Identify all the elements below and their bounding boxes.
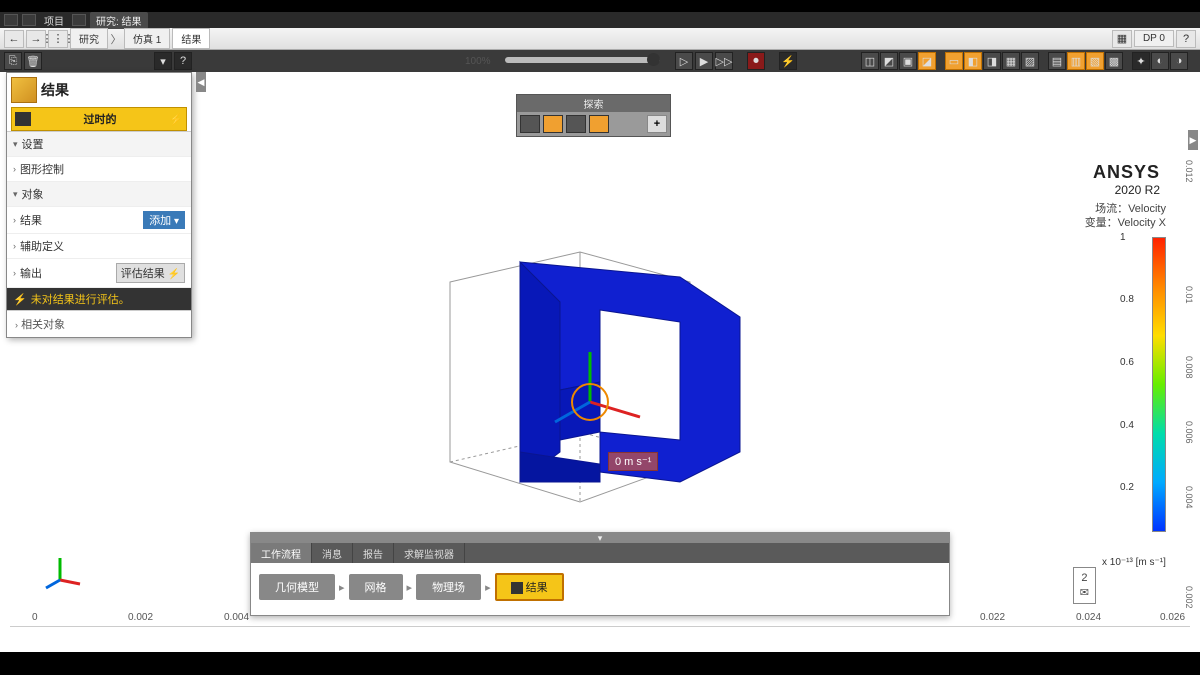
help-icon[interactable]: ? — [1176, 30, 1196, 48]
record-icon[interactable]: ⏺ — [747, 52, 765, 70]
status-banner: 过时的 ⚡ — [11, 107, 187, 131]
warn-bolt-icon: ⚡ — [13, 293, 27, 306]
explore-btn-1[interactable] — [520, 115, 540, 133]
legend-bar — [1152, 237, 1166, 532]
crumb-sep-icon: 〉 — [110, 31, 122, 47]
color-legend: 1 0.8 0.6 0.4 0.2 x 10⁻¹³ [m s⁻¹] — [1130, 232, 1170, 552]
vertical-ruler: 0.012 0.01 0.008 0.006 0.004 0.002 — [1182, 156, 1194, 602]
play-end-icon[interactable]: ▷▷ — [715, 52, 733, 70]
step-physics[interactable]: 物理场 — [416, 574, 481, 600]
step-mesh[interactable]: 网格 — [349, 574, 403, 600]
collapse-left-icon[interactable]: ◀ — [196, 72, 206, 92]
light-icon-1[interactable]: ✦ — [1132, 52, 1150, 70]
explore-btn-2[interactable] — [543, 115, 563, 133]
output-item[interactable]: ›输出评估结果 ⚡ — [7, 259, 191, 288]
back-button[interactable]: ← — [4, 30, 24, 48]
arrow-icon: ▸ — [407, 581, 413, 594]
arrow-icon: ▸ — [339, 581, 345, 594]
disp-icon-3[interactable]: ▧ — [1086, 52, 1104, 70]
sel-icon-5[interactable]: ▨ — [1021, 52, 1039, 70]
light-icon-2[interactable]: ◐ — [1151, 52, 1169, 70]
probe-value-label: 0 m s⁻¹ — [608, 452, 658, 471]
explore-btn-3[interactable] — [566, 115, 586, 133]
sel-icon-2[interactable]: ◧ — [964, 52, 982, 70]
field-info: 场流：Velocity 变量：Velocity X — [1085, 202, 1166, 231]
explore-add-button[interactable]: + — [647, 115, 667, 133]
project-label[interactable]: 项目 — [40, 13, 68, 28]
filter-icon[interactable]: ▾ — [154, 52, 172, 70]
zoom-slider[interactable] — [505, 57, 660, 63]
zoom-label: 100% — [465, 56, 491, 67]
layout-icon[interactable] — [22, 14, 36, 26]
view-icon-4[interactable]: ◪ — [918, 52, 936, 70]
design-point-selector[interactable]: DP 0 — [1134, 30, 1174, 47]
disp-icon-2[interactable]: ▥ — [1067, 52, 1085, 70]
app-menu-icon[interactable] — [4, 14, 18, 26]
tab-messages[interactable]: 消息 — [312, 543, 353, 563]
help2-icon[interactable]: ? — [174, 52, 192, 70]
step-geometry[interactable]: 几何模型 — [259, 574, 335, 600]
evaluate-button[interactable]: 评估结果 ⚡ — [116, 263, 185, 283]
results-item[interactable]: ›结果添加 ▾ — [7, 207, 191, 234]
title-bar: 项目 研究: 结果 — [0, 12, 1200, 28]
disp-icon-1[interactable]: ▤ — [1048, 52, 1066, 70]
study-tab[interactable]: 研究: 结果 — [90, 12, 148, 29]
refresh-bolt-icon[interactable]: ⚡ — [169, 113, 183, 126]
view-icon-3[interactable]: ▣ — [899, 52, 917, 70]
bottom-tabs: 工作流程 消息 报告 求解监视器 — [251, 543, 949, 563]
arrow-icon: ▸ — [485, 581, 491, 594]
sel-icon-1[interactable]: ▭ — [945, 52, 963, 70]
zoom-knob[interactable] — [647, 53, 660, 66]
related-objects-item[interactable]: › 相关对象 — [7, 310, 191, 337]
bolt-icon[interactable]: ⚡ — [779, 52, 797, 70]
graphics-control-item[interactable]: ›图形控制 — [7, 157, 191, 182]
objects-section[interactable]: ▾对象 — [7, 182, 191, 207]
crumb-study[interactable]: 研究 — [70, 28, 108, 49]
explore-toolbar: 探索 + — [516, 94, 671, 137]
messages-button[interactable]: 2 ✉ — [1073, 567, 1096, 604]
nav-bar: ← → ⋮⋮⋮ 研究 〉 仿真 1 结果 ▦ DP 0 ? — [0, 28, 1200, 50]
workflow-steps: 几何模型 ▸ 网格 ▸ 物理场 ▸ 结果 — [251, 563, 949, 615]
model-geometry — [430, 222, 750, 532]
tab-monitor[interactable]: 求解监视器 — [394, 543, 465, 563]
tab-workflow[interactable]: 工作流程 — [251, 543, 312, 563]
sel-icon-3[interactable]: ◨ — [983, 52, 1001, 70]
axis-triad-icon[interactable] — [44, 550, 84, 590]
main-toolbar: ⎘ 🗑 ▾ ? 100% ▷ ▶ ▷▷ ⏺ ⚡ ◫ ◩ ▣ ◪ — [0, 50, 1200, 72]
collapse-bottom-icon[interactable]: ▾ — [251, 533, 949, 543]
result-cube-icon — [11, 77, 37, 103]
doc-icon[interactable] — [72, 14, 86, 26]
disp-icon-4[interactable]: ▩ — [1105, 52, 1123, 70]
outline-panel: 结果 过时的 ⚡ ▾设置 ›图形控制 ▾对象 ›结果添加 ▾ ›辅助定义 ›输出… — [6, 72, 192, 338]
crumb-sim[interactable]: 仿真 1 — [124, 28, 170, 49]
ansys-logo: ANSYS 2020 R2 — [1093, 162, 1160, 197]
play-icon[interactable]: ▶ — [695, 52, 713, 70]
sel-icon-4[interactable]: ▦ — [1002, 52, 1020, 70]
bottom-panel: ▾ 工作流程 消息 报告 求解监视器 几何模型 ▸ 网格 ▸ 物理场 ▸ 结果 — [250, 532, 950, 616]
view-icon-1[interactable]: ◫ — [861, 52, 879, 70]
aux-def-item[interactable]: ›辅助定义 — [7, 234, 191, 259]
settings-section[interactable]: ▾设置 — [7, 132, 191, 157]
light-icon-3[interactable]: ◑ — [1170, 52, 1188, 70]
tab-report[interactable]: 报告 — [353, 543, 394, 563]
explore-btn-4[interactable] — [589, 115, 609, 133]
step-bolt-icon — [511, 582, 523, 594]
apps-grid-icon[interactable]: ⋮⋮⋮ — [48, 30, 68, 48]
crumb-result[interactable]: 结果 — [172, 28, 210, 49]
layout-toggle-icon[interactable]: ▦ — [1112, 30, 1132, 48]
mail-icon: ✉ — [1080, 586, 1089, 599]
copy-icon[interactable]: ⎘ — [4, 52, 22, 70]
add-button[interactable]: 添加 ▾ — [143, 211, 185, 229]
play-start-icon[interactable]: ▷ — [675, 52, 693, 70]
view-icon-2[interactable]: ◩ — [880, 52, 898, 70]
step-results[interactable]: 结果 — [495, 573, 564, 601]
collapse-right-icon[interactable]: ▶ — [1188, 130, 1198, 150]
delete-icon[interactable]: 🗑 — [24, 52, 42, 70]
explore-title: 探索 — [517, 95, 670, 112]
panel-title: 结果 — [7, 73, 191, 107]
bolt-status-icon — [15, 112, 31, 126]
warning-banner: ⚡未对结果进行评估。 — [7, 288, 191, 310]
